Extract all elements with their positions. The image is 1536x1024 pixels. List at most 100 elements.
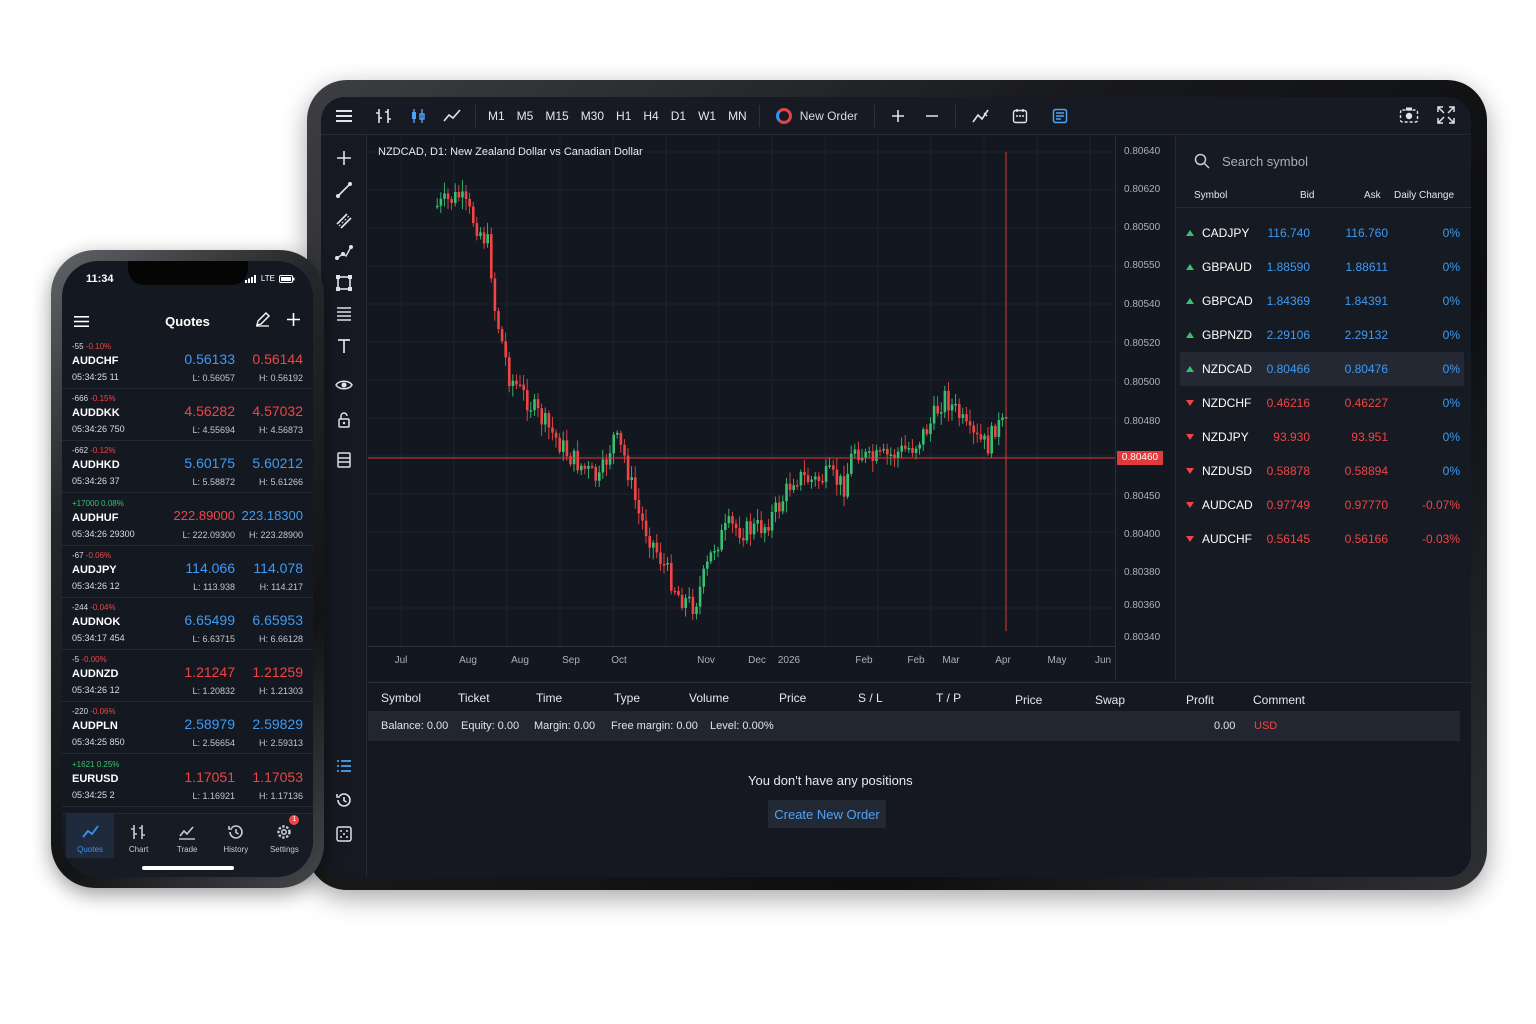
time-axis[interactable]: Jul Aug Aug Sep Oct Nov Dec 2026 Feb Feb Mar Apr May…	[368, 646, 1115, 681]
quote-high: H: 0.56192	[258, 373, 303, 383]
zoom-in-icon[interactable]	[881, 97, 915, 135]
quote-row[interactable]: -220 -0.06% AUDPLN 05:34:25 850 2.58979 2.59…	[62, 702, 313, 755]
timeframe-group: M1 M5 M15 M30 H1 H4 D1 W1 MN	[482, 97, 753, 135]
trend-line-icon[interactable]	[334, 180, 354, 200]
timeframe-m15[interactable]: M15	[539, 97, 574, 135]
fibonacci-icon[interactable]	[334, 304, 354, 324]
quote-ask: 4.57032	[252, 403, 303, 420]
quote-low: L: 113.938	[193, 581, 235, 592]
nav-quotes[interactable]: Quotes	[66, 814, 114, 858]
text-tool-icon[interactable]	[334, 336, 354, 356]
quote-ask: 114.078	[253, 559, 303, 576]
visibility-eye-icon[interactable]	[334, 375, 354, 395]
quote-spread: 12	[109, 685, 120, 696]
lock-icon[interactable]	[334, 410, 354, 430]
create-new-order-button[interactable]: Create New Order	[768, 800, 886, 828]
candle-body	[936, 405, 939, 414]
quote-change-points: -5	[72, 655, 80, 665]
watchlist-row[interactable]: GBPAUD 1.88590 1.88611 0%	[1180, 250, 1464, 284]
quote-spread: 29300	[109, 528, 135, 539]
up-arrow-icon	[1186, 230, 1194, 236]
watchlist-row[interactable]: NZDUSD 0.58878 0.58894 0%	[1180, 454, 1464, 488]
candle-body	[691, 596, 695, 615]
calendar-events-icon[interactable]	[334, 824, 354, 844]
watchlist-row[interactable]: CADJPY 116.740 116.760 0%	[1180, 216, 1464, 250]
quote-row[interactable]: -662 -0.12% AUDHKD 05:34:26 37 5.60175 5.602…	[62, 441, 313, 494]
quote-row[interactable]: -666 -0.15% AUDDKK 05:34:26 750 4.56282 4.57…	[62, 389, 313, 442]
price-tick-label: 0.80520	[1124, 338, 1161, 349]
fullscreen-icon[interactable]	[1437, 106, 1457, 126]
quote-bid: 6.65499	[184, 612, 235, 628]
crosshair-plus-icon[interactable]	[334, 148, 354, 168]
calendar-icon[interactable]	[1000, 97, 1040, 135]
timeframe-d1[interactable]: D1	[665, 97, 692, 135]
quote-row[interactable]: +17000 0.08% AUDHUF 05:34:26 29300 222.8900…	[62, 494, 313, 546]
timeframe-mn[interactable]: MN	[722, 97, 753, 135]
screenshot-camera-icon[interactable]	[1399, 106, 1419, 126]
symbol-search[interactable]	[1190, 146, 1462, 176]
search-input[interactable]	[1222, 153, 1422, 169]
watchlist-row[interactable]: AUDCAD 0.97749 0.97770 -0.07%	[1180, 488, 1464, 522]
rectangle-icon[interactable]	[334, 273, 354, 293]
channel-icon[interactable]	[334, 211, 354, 231]
candle-body	[540, 408, 543, 425]
menu-icon[interactable]	[321, 97, 367, 135]
candlestick-chart-type-icon[interactable]	[401, 97, 435, 135]
quote-change-percent: -0.15%	[90, 394, 116, 404]
price-axis[interactable]: 0.80640 0.80620 0.80500 0.80550 0.80540 0.805…	[1115, 136, 1173, 681]
edit-pencil-icon[interactable]	[255, 312, 270, 332]
nav-trade[interactable]: Trade	[163, 814, 211, 858]
watchlist-symbol: GBPCAD	[1202, 294, 1253, 308]
candle-body	[871, 451, 875, 461]
watchlist-ask: 93.951	[1351, 430, 1388, 444]
candle-body	[954, 403, 957, 406]
watchlist-row[interactable]: GBPCAD 1.84369 1.84391 0%	[1180, 284, 1464, 318]
new-order-button[interactable]: New Order	[766, 97, 868, 135]
trade-panel-icon[interactable]	[1040, 97, 1080, 135]
positions-list-icon[interactable]	[334, 756, 354, 776]
bar-chart-type-icon[interactable]	[367, 97, 401, 135]
indicators-icon[interactable]	[962, 97, 1000, 135]
quote-row[interactable]: -67 -0.06% AUDJPY 05:34:26 12 114.066 114.07…	[62, 546, 313, 598]
quote-row[interactable]: +1621 0.25% EURUSD 05:34:25 2 1.17051 1.1705…	[62, 755, 313, 807]
candle-body	[608, 453, 612, 465]
nav-history[interactable]: History	[212, 814, 260, 858]
quote-row[interactable]: -5 -0.00% AUDNZD 05:34:26 12 1.21247 1.21259…	[62, 650, 313, 703]
polyline-icon[interactable]	[334, 242, 354, 262]
no-positions-message: You don't have any positions	[748, 773, 913, 788]
watchlist-row[interactable]: NZDJPY 93.930 93.951 0%	[1180, 420, 1464, 454]
positions-col-0: Symbol	[381, 691, 422, 705]
history-icon[interactable]	[334, 790, 354, 810]
quote-symbol: AUDHUF	[72, 511, 119, 524]
nav-chart[interactable]: Chart	[115, 814, 163, 858]
zoom-out-icon[interactable]	[915, 97, 949, 135]
quote-row[interactable]: -244 -0.04% AUDNOK 05:34:17 454 6.65499 6.65…	[62, 598, 313, 650]
candle-body	[673, 590, 677, 593]
new-order-icon	[775, 107, 792, 124]
col-daily-change: Daily Change	[1394, 190, 1455, 201]
candle-body	[904, 445, 907, 449]
timeframe-m5[interactable]: M5	[511, 97, 540, 135]
timeframe-w1[interactable]: W1	[692, 97, 722, 135]
watchlist-row[interactable]: NZDCAD 0.80466 0.80476 0%	[1180, 352, 1464, 386]
line-chart-type-icon[interactable]	[435, 97, 469, 135]
candlestick-chart[interactable]	[368, 136, 1115, 646]
add-symbol-icon[interactable]	[286, 312, 301, 332]
candle-body	[882, 448, 885, 451]
watchlist-row[interactable]: AUDCHF 0.56145 0.56166 -0.03%	[1180, 522, 1464, 556]
nav-settings[interactable]: Settings 1	[260, 814, 308, 858]
timeframe-m30[interactable]: M30	[575, 97, 610, 135]
watchlist-row[interactable]: GBPNZD 2.29106 2.29132 0%	[1180, 318, 1464, 352]
quote-change-points: -244	[72, 603, 89, 612]
timeframe-h1[interactable]: H1	[610, 97, 637, 135]
candle-body	[695, 606, 698, 615]
watchlist-row[interactable]: NZDCHF 0.46216 0.46227 0%	[1180, 386, 1464, 420]
price-chart[interactable]: NZDCAD, D1: New Zealand Dollar vs Canadi…	[368, 136, 1174, 681]
timeframe-h4[interactable]: H4	[637, 97, 664, 135]
watchlist-change: 0%	[1442, 328, 1460, 342]
candle-body	[752, 523, 756, 535]
quote-low: L: 6.63715	[192, 634, 235, 644]
quote-row[interactable]: -55 -0.10% AUDCHF 05:34:25 11 0.56133 0.5614…	[62, 337, 313, 389]
objects-list-icon[interactable]	[334, 450, 354, 470]
timeframe-m1[interactable]: M1	[482, 97, 511, 135]
